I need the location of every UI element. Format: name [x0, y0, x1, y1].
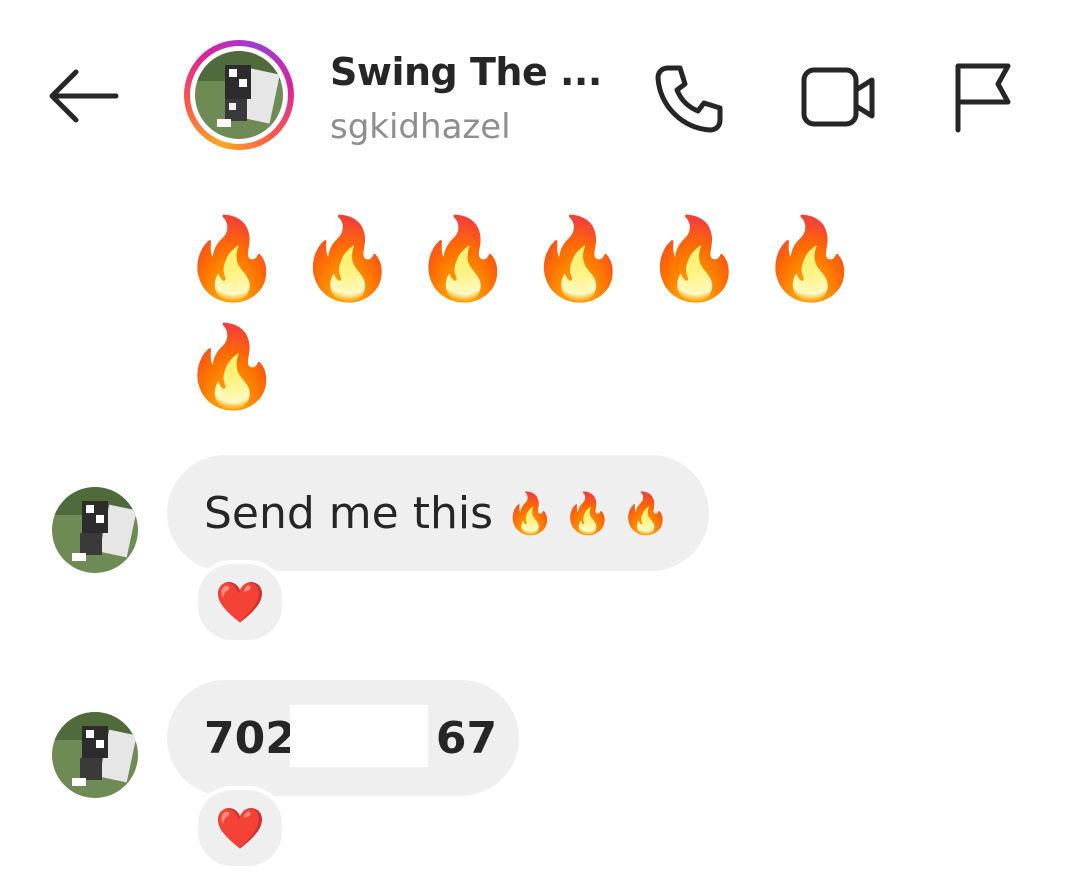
- message-emoji: 🔥🔥🔥: [505, 490, 679, 537]
- video-call-button[interactable]: [798, 60, 882, 136]
- chat-title[interactable]: Swing The ...: [330, 50, 602, 94]
- emoji-message[interactable]: 🔥🔥🔥🔥🔥🔥🔥: [182, 205, 882, 421]
- sender-avatar[interactable]: [52, 487, 138, 573]
- message-text-end: 67: [435, 712, 498, 764]
- message-bubble[interactable]: Send me this 🔥🔥🔥: [167, 455, 709, 571]
- back-arrow-icon: [49, 69, 119, 123]
- heart-icon: ❤️: [215, 580, 265, 625]
- profile-avatar-story-ring[interactable]: [184, 40, 294, 150]
- redaction-box: [290, 705, 428, 767]
- voice-call-button[interactable]: [652, 60, 728, 136]
- back-button[interactable]: [44, 62, 124, 126]
- heart-icon: ❤️: [215, 806, 265, 851]
- heart-reaction[interactable]: ❤️: [194, 560, 286, 644]
- avatar: [195, 51, 283, 139]
- flag-icon: [955, 63, 1011, 133]
- sender-avatar[interactable]: [52, 712, 138, 798]
- report-button[interactable]: [948, 60, 1018, 136]
- message-text-start: 702: [204, 712, 296, 764]
- heart-reaction[interactable]: ❤️: [194, 786, 286, 870]
- message-text: Send me this: [204, 487, 494, 539]
- video-camera-icon: [801, 67, 875, 127]
- chat-username[interactable]: sgkidhazel: [330, 107, 511, 147]
- phone-icon: [655, 65, 723, 133]
